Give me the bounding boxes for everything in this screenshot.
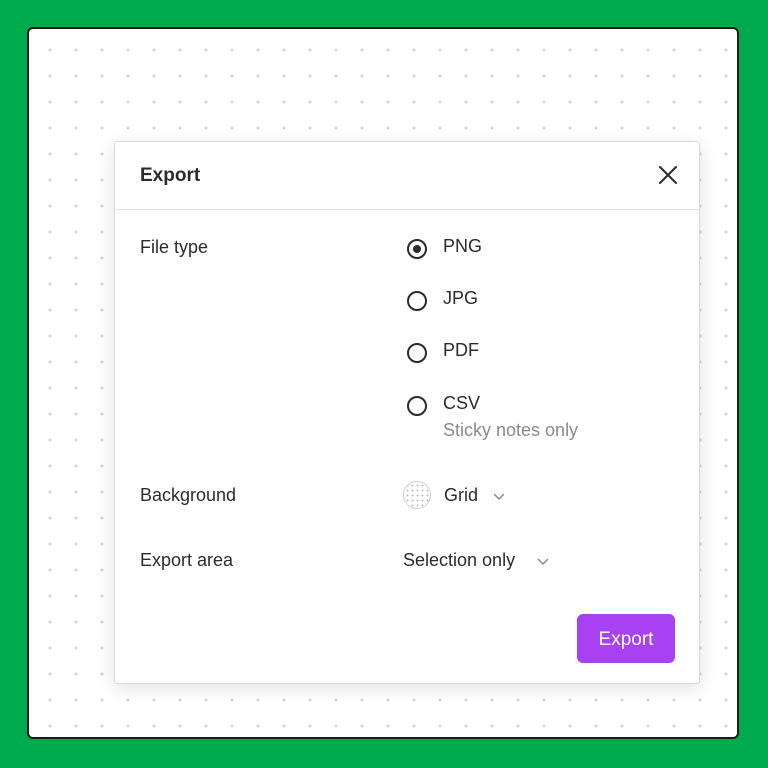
radio-label-pdf: PDF [443,340,479,360]
dotted-canvas: Export File type PNG JPG PDF CSV Sticky … [27,27,739,739]
radio-label-csv: CSV [443,393,481,413]
chevron-down-icon [493,493,505,500]
background-label: Background [140,485,237,505]
background-value: Grid [444,485,479,505]
radio-unselected-icon [407,343,427,363]
background-dropdown[interactable]: Grid [403,481,513,513]
close-icon [659,166,677,184]
radio-unselected-icon [407,291,427,311]
csv-hint: Sticky notes only [443,420,579,440]
radio-label-jpg: JPG [443,288,479,308]
export-area-value: Selection only [403,550,516,570]
radio-dot [413,245,421,253]
export-area-label: Export area [140,550,234,570]
radio-selected-icon [407,239,427,259]
export-button[interactable]: Export [577,614,675,663]
file-type-label: File type [140,237,209,257]
radio-label-png: PNG [443,236,483,256]
chevron-down-icon [537,558,549,565]
export-dialog: Export File type PNG JPG PDF CSV Sticky … [114,141,700,684]
dialog-title: Export [140,165,201,186]
dialog-header: Export [115,142,699,210]
export-area-dropdown[interactable]: Selection only [403,546,563,578]
radio-unselected-icon [407,396,427,416]
close-button[interactable] [655,162,681,188]
grid-swatch-icon [403,481,431,509]
